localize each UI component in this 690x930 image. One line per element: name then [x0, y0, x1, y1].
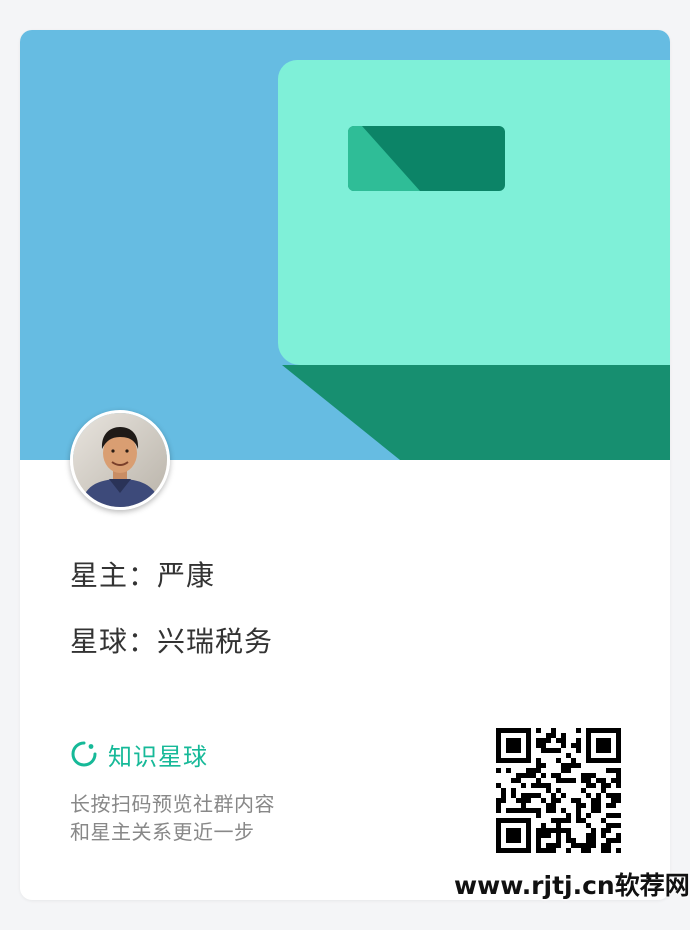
invite-text-line1: 长按扫码预览社群内容: [70, 792, 275, 816]
site-watermark: www.rjtj.cn软荐网: [454, 871, 690, 900]
brand: 知识星球: [70, 736, 208, 772]
invite-text-line2: 和星主关系更近一步: [70, 820, 255, 844]
card-face: [278, 60, 670, 365]
brand-name: 知识星球: [108, 742, 208, 771]
owner-name: 星主：严康: [70, 559, 216, 592]
qr-code[interactable]: [496, 728, 621, 853]
owner-avatar: [70, 410, 170, 510]
planet-name: 星球：兴瑞税务: [70, 625, 274, 658]
banner-illustration: [20, 30, 670, 460]
zsxq-logo-icon: [71, 741, 97, 767]
invitation-card: 星主：严康 星球：兴瑞税务 知识星球 长按扫码预览社群内容 和星主关系更近一步: [20, 30, 670, 900]
